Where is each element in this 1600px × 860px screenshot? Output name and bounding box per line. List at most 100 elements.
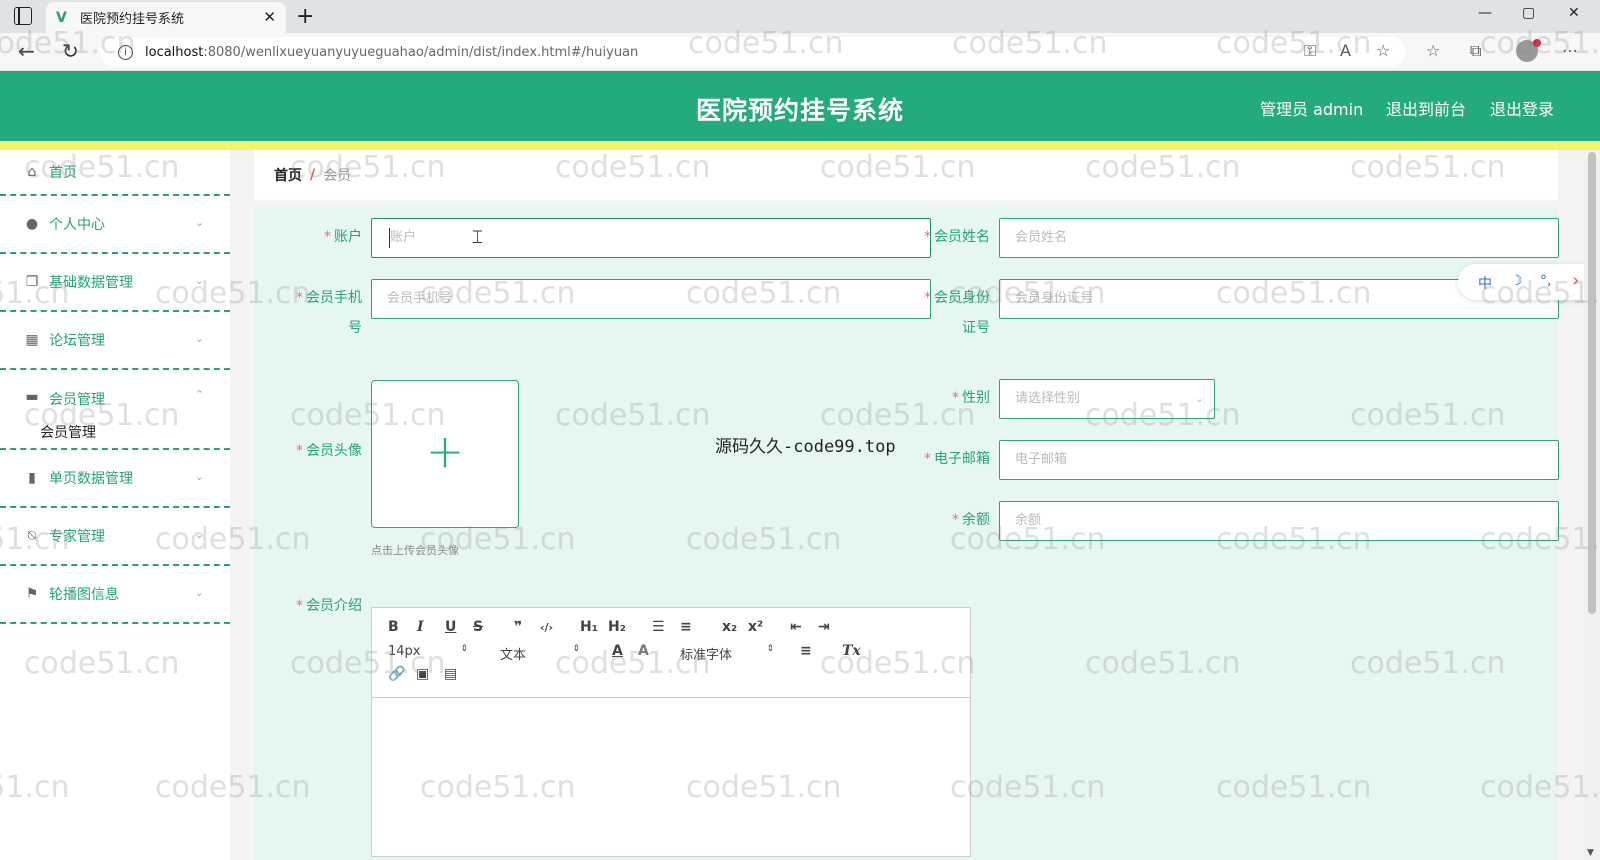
underline-icon[interactable]: U xyxy=(445,619,456,635)
account-input[interactable]: 账户 ⌶ xyxy=(371,218,931,258)
url-path: :8080/wenlixueyuanyuyueguahao/admin/dist… xyxy=(203,44,639,60)
superscript-icon[interactable]: x² xyxy=(748,619,763,635)
chevron-up-icon: ⌃ xyxy=(194,388,204,401)
background-color-icon[interactable]: A xyxy=(638,643,649,659)
punctuation-icon[interactable]: °, xyxy=(1540,273,1551,289)
strike-icon[interactable]: S xyxy=(473,619,483,635)
collections-icon[interactable]: ⧉ xyxy=(1470,41,1481,61)
sidebar-item-label: 专家管理 xyxy=(49,529,105,545)
sidebar-item-label: 基础数据管理 xyxy=(49,275,133,291)
bullet-list-icon[interactable]: ≡ xyxy=(680,619,692,635)
heading2-icon[interactable]: H₂ xyxy=(608,619,626,635)
chevron-down-icon: ⌄ xyxy=(194,332,204,345)
updown-icon: ⇕ xyxy=(460,644,468,654)
ime-toolbar[interactable]: 中 ☽ °, › xyxy=(1458,264,1596,300)
outdent-icon[interactable]: ⇤ xyxy=(790,619,802,635)
minimize-icon[interactable]: — xyxy=(1478,5,1492,21)
balance-label: * 余额 xyxy=(952,512,990,528)
indent-icon[interactable]: ⇥ xyxy=(818,619,830,635)
user-icon: ● xyxy=(25,216,39,232)
page-scrollbar[interactable]: ▼ xyxy=(1584,150,1600,860)
chevron-right-icon[interactable]: › xyxy=(1572,270,1579,291)
font-size-select[interactable]: 14px ⇕ xyxy=(388,644,468,659)
tab-title: 医院预约挂号系统 xyxy=(80,12,185,27)
bold-icon[interactable]: B xyxy=(388,619,399,635)
home-icon: ⌂ xyxy=(27,164,37,180)
balance-input[interactable]: 余额 xyxy=(999,501,1559,541)
sidebar: ⌂ 首页 ● 个人中心 ⌄ ❐ 基础数据管理 ⌄ ▦ 论坛管理 ⌄ ▬ 会员管理… xyxy=(0,150,230,860)
more-icon[interactable]: ⋯ xyxy=(1562,41,1578,60)
grid-icon: ▦ xyxy=(25,332,39,348)
breadcrumb: 首页 / 会员 xyxy=(254,150,1558,200)
editor-toolbar: B I U S ❞ ‹/› H₁ H₂ ☰ ≡ x₂ x² ⇤ ⇥ 14px ⇕ … xyxy=(372,608,970,698)
idcard-label: * 会员身份 证号 xyxy=(924,290,990,336)
chevron-down-icon: ⌄ xyxy=(194,528,204,541)
back-icon[interactable]: ← xyxy=(18,39,35,63)
member-form: * 账户 账户 ⌶ * 会员姓名 会员姓名 * 会员手机号 会员手机号 * 会员身份 证号… xyxy=(254,206,1559,860)
briefcase-icon: ▬ xyxy=(25,389,39,405)
submenu-item-members[interactable]: 会员管理 xyxy=(40,422,96,442)
ime-lang-icon[interactable]: 中 xyxy=(1478,273,1492,293)
sidebar-item-experts[interactable]: ⍉ 专家管理 ⌄ xyxy=(0,508,230,566)
bar-chart-icon: ▮ xyxy=(28,470,36,486)
blockquote-icon[interactable]: ❞ xyxy=(514,619,522,635)
image-icon[interactable]: ▣ xyxy=(416,666,429,682)
ordered-list-icon[interactable]: ☰ xyxy=(652,619,665,635)
sidebar-item-home[interactable]: ⌂ 首页 xyxy=(0,150,230,196)
scroll-down-icon[interactable]: ▼ xyxy=(1587,848,1594,858)
code-block-icon[interactable]: ‹/› xyxy=(540,621,553,634)
browser-tab[interactable]: V 医院预约挂号系统 ✕ xyxy=(46,2,286,33)
italic-icon[interactable]: I xyxy=(417,619,424,635)
breadcrumb-home[interactable]: 首页 xyxy=(274,165,302,185)
browser-tabstrip: V 医院预约挂号系统 ✕ + — ▢ ✕ xyxy=(0,0,1600,33)
clear-format-icon[interactable]: Tx xyxy=(842,643,861,659)
breadcrumb-current: 会员 xyxy=(323,168,352,184)
text-style-select[interactable]: 文本 ⇕ xyxy=(500,644,580,663)
scrollbar-thumb[interactable] xyxy=(1588,152,1596,614)
tab-actions-icon[interactable] xyxy=(14,7,32,25)
sidebar-item-label: 单页数据管理 xyxy=(49,471,133,487)
sidebar-item-members[interactable]: ▬ 会员管理 ⌃ 会员管理 xyxy=(0,370,230,450)
tab-close-icon[interactable]: ✕ xyxy=(263,8,276,26)
chevron-down-icon: ⌄ xyxy=(194,216,204,229)
email-input[interactable]: 电子邮箱 xyxy=(999,440,1559,480)
phone-input[interactable]: 会员手机号 xyxy=(371,279,931,319)
font-family-select[interactable]: 标准字体 ⇕ xyxy=(680,644,774,663)
chevron-down-icon: ⌄ xyxy=(194,274,204,287)
add-favorite-icon[interactable]: ☆ xyxy=(1376,41,1390,60)
logout-link[interactable]: 退出登录 xyxy=(1490,96,1554,120)
info-icon[interactable]: i xyxy=(118,44,133,60)
link-icon[interactable]: 🔗 xyxy=(388,666,405,682)
gender-select[interactable]: 请选择性别 ⌄ xyxy=(999,379,1215,419)
maximize-icon[interactable]: ▢ xyxy=(1522,5,1535,21)
name-input[interactable]: 会员姓名 xyxy=(999,218,1559,258)
video-icon[interactable]: ▤ xyxy=(444,666,457,682)
intro-rich-editor[interactable]: B I U S ❞ ‹/› H₁ H₂ ☰ ≡ x₂ x² ⇤ ⇥ 14px ⇕ … xyxy=(371,607,971,857)
email-label: * 电子邮箱 xyxy=(924,451,990,467)
profile-avatar[interactable] xyxy=(1516,39,1541,62)
to-front-link[interactable]: 退出到前台 xyxy=(1386,96,1466,120)
new-tab-icon[interactable]: + xyxy=(296,4,314,29)
vue-favicon-icon: V xyxy=(56,9,67,26)
subscript-icon[interactable]: x₂ xyxy=(722,619,737,635)
heading1-icon[interactable]: H₁ xyxy=(580,619,598,635)
key-icon[interactable]: ⚿ xyxy=(1304,41,1316,61)
updown-icon: ⇕ xyxy=(766,644,774,654)
url-field[interactable]: i localhost:8080/wenlixueyuanyuyueguahao… xyxy=(100,37,1405,67)
avatar-upload[interactable]: + xyxy=(371,380,519,528)
close-window-icon[interactable]: ✕ xyxy=(1568,5,1580,21)
moon-icon[interactable]: ☽ xyxy=(1510,273,1523,289)
sidebar-item-profile[interactable]: ● 个人中心 ⌄ xyxy=(0,196,230,254)
copy-icon: ❐ xyxy=(25,274,39,290)
text-caret xyxy=(389,228,390,248)
sidebar-item-basic-data[interactable]: ❐ 基础数据管理 ⌄ xyxy=(0,254,230,312)
reload-icon[interactable]: ↻ xyxy=(62,39,79,63)
sidebar-item-carousel[interactable]: ⚑ 轮播图信息 ⌄ xyxy=(0,566,230,624)
favorites-icon[interactable]: ☆ xyxy=(1426,41,1440,60)
align-icon[interactable]: ≡ xyxy=(800,643,812,659)
updown-icon: ⇕ xyxy=(572,644,580,654)
font-color-icon[interactable]: A xyxy=(612,643,623,659)
sidebar-item-single-page[interactable]: ▮ 单页数据管理 ⌄ xyxy=(0,450,230,508)
sidebar-item-forum[interactable]: ▦ 论坛管理 ⌄ xyxy=(0,312,230,370)
read-aloud-icon[interactable]: A xyxy=(1340,41,1351,60)
